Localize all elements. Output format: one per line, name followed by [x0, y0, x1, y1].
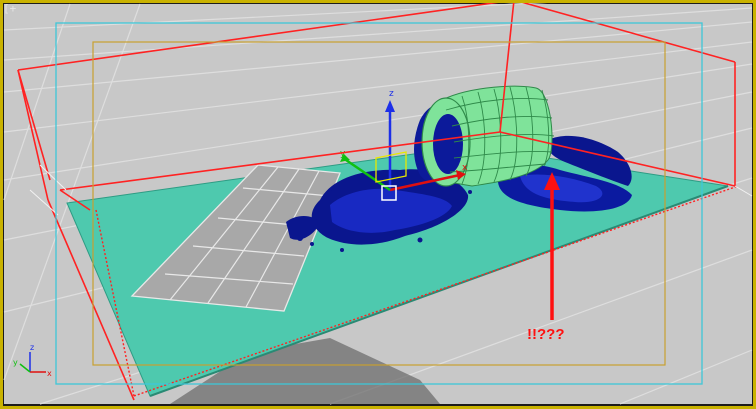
viewport-menu-label[interactable]: [+ — [3, 2, 16, 15]
world-axis-z-label: z — [30, 343, 34, 352]
perspective-viewport[interactable]: z x y z x y [+ !!??? — [0, 0, 756, 409]
gizmo-z-label: z — [389, 89, 394, 99]
viewport-scene[interactable]: z x y z x y — [0, 0, 756, 409]
world-axis-x-label: x — [47, 369, 52, 378]
annotation-text: !!??? — [527, 326, 565, 343]
gizmo-x-label: x — [462, 163, 468, 173]
world-axis-y-label: y — [13, 358, 18, 367]
gizmo-y-label: y — [340, 149, 346, 159]
